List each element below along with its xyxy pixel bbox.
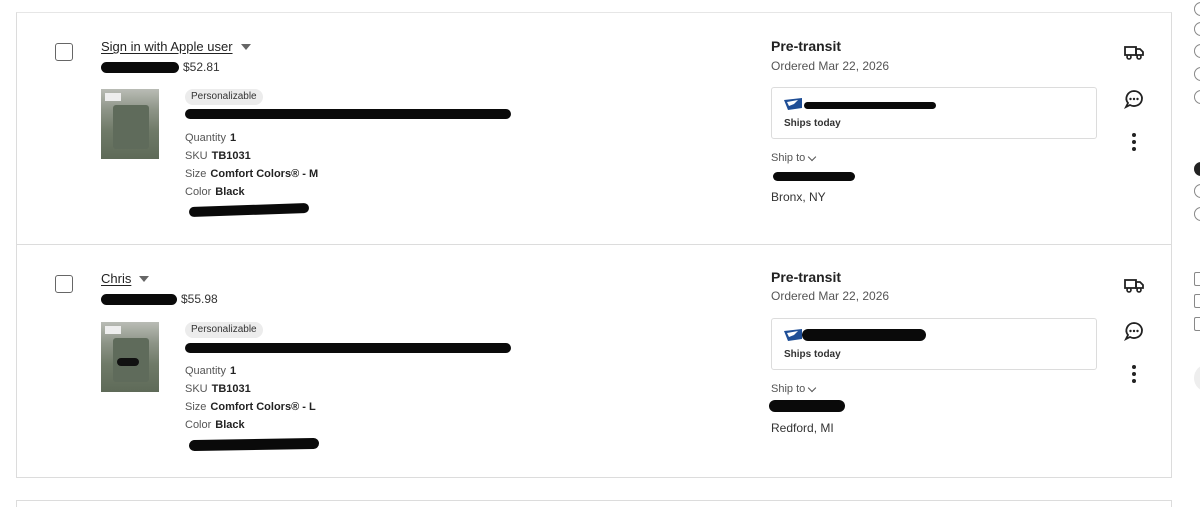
- orders-list: Sign in with Apple user $52.81 Personali…: [16, 12, 1172, 478]
- filter-checkbox[interactable]: [1194, 294, 1200, 308]
- order-total: $55.98: [181, 292, 218, 306]
- ship-to-city: Bronx, NY: [771, 190, 826, 204]
- redacted-personalization: [188, 437, 320, 452]
- thumbnail-shirt: [113, 105, 149, 149]
- message-icon[interactable]: [1123, 88, 1145, 110]
- color-label: Color: [185, 419, 212, 431]
- size-label: Size: [185, 168, 207, 180]
- shipping-label-box[interactable]: Ships today: [771, 318, 1097, 370]
- chevron-down-icon: [808, 152, 817, 161]
- filter-radio-selected[interactable]: [1194, 162, 1200, 176]
- redacted-tracking-number: [802, 329, 926, 341]
- order-date: Ordered Mar 22, 2026: [771, 59, 890, 73]
- ship-to-label: Ship to: [771, 383, 806, 395]
- filter-pill-button[interactable]: [1194, 364, 1200, 392]
- size-line: Size Comfort Colors® - M: [185, 168, 318, 180]
- order-date: Ordered Mar 22, 2026: [771, 289, 890, 303]
- usps-eagle-icon: [784, 329, 802, 341]
- order-row: Chris $55.98 Personalizable Quantity 1 SK…: [17, 245, 1171, 478]
- color-line: Color Black: [185, 186, 245, 198]
- thumbnail-redaction: [117, 358, 139, 366]
- shipping-label-box[interactable]: Ships today: [771, 87, 1097, 139]
- product-thumbnail[interactable]: [101, 89, 159, 159]
- buyer-name-link[interactable]: Chris: [101, 271, 131, 286]
- color-line: Color Black: [185, 419, 245, 431]
- quantity-line: Quantity 1: [185, 365, 236, 377]
- sku-value: TB1031: [211, 150, 251, 162]
- thumbnail-tag: [105, 326, 121, 334]
- price-line: $55.98: [101, 292, 218, 306]
- price-line: $52.81: [101, 60, 220, 74]
- filter-radio[interactable]: [1194, 22, 1200, 36]
- filter-checkbox[interactable]: [1194, 317, 1200, 331]
- redacted-recipient-name: [773, 172, 855, 181]
- filter-radio[interactable]: [1194, 2, 1200, 16]
- sku-value: TB1031: [211, 383, 251, 395]
- order-select-checkbox[interactable]: [55, 275, 73, 293]
- chevron-down-icon: [808, 383, 817, 392]
- buyer-dropdown-caret-icon[interactable]: [240, 44, 251, 50]
- filter-checkbox[interactable]: [1194, 272, 1200, 286]
- thumbnail-tag: [105, 93, 121, 101]
- ship-to-label: Ship to: [771, 152, 806, 164]
- redacted-product-title: [185, 343, 511, 353]
- more-vertical-icon[interactable]: [1131, 133, 1137, 153]
- more-vertical-icon[interactable]: [1131, 365, 1137, 385]
- personalizable-badge: Personalizable: [185, 89, 263, 105]
- order-select-checkbox[interactable]: [55, 43, 73, 61]
- redacted-product-title: [185, 109, 511, 119]
- filter-radio[interactable]: [1194, 207, 1200, 221]
- size-label: Size: [185, 401, 207, 413]
- size-value: Comfort Colors® - L: [210, 401, 316, 413]
- sku-label: SKU: [185, 150, 208, 162]
- truck-icon[interactable]: [1123, 41, 1145, 63]
- size-value: Comfort Colors® - M: [210, 168, 319, 180]
- redacted-order-number: [101, 61, 179, 73]
- quantity-value: 1: [229, 132, 237, 144]
- ships-today-label: Ships today: [784, 349, 841, 360]
- buyer-name-link[interactable]: Sign in with Apple user: [101, 39, 233, 54]
- order-status: Pre-transit: [771, 38, 842, 54]
- quantity-label: Quantity: [185, 365, 226, 377]
- sku-line: SKU TB1031: [185, 150, 251, 162]
- filter-radio[interactable]: [1194, 90, 1200, 104]
- buyer-dropdown-caret-icon[interactable]: [139, 276, 150, 282]
- filter-sidebar-edge: [1184, 0, 1200, 507]
- ship-to-city: Redford, MI: [771, 421, 834, 435]
- order-total: $52.81: [183, 60, 220, 74]
- redacted-tracking-number: [804, 102, 936, 109]
- order-row: Sign in with Apple user $52.81 Personali…: [17, 13, 1171, 245]
- quantity-line: Quantity 1: [185, 132, 236, 144]
- size-line: Size Comfort Colors® - L: [185, 401, 316, 413]
- buyer-line: Sign in with Apple user: [101, 39, 251, 54]
- sku-line: SKU TB1031: [185, 383, 251, 395]
- ship-to-toggle[interactable]: Ship to: [771, 152, 817, 164]
- buyer-line: Chris: [101, 271, 150, 286]
- message-icon[interactable]: [1123, 320, 1145, 342]
- sku-label: SKU: [185, 383, 208, 395]
- redacted-recipient-name: [769, 400, 845, 412]
- next-order-card-edge: [16, 500, 1172, 507]
- quantity-label: Quantity: [185, 132, 226, 144]
- ships-today-label: Ships today: [784, 118, 841, 129]
- ship-to-toggle[interactable]: Ship to: [771, 383, 817, 395]
- filter-radio[interactable]: [1194, 67, 1200, 81]
- color-value: Black: [215, 186, 245, 198]
- product-thumbnail[interactable]: [101, 322, 159, 392]
- redacted-personalization: [188, 202, 310, 218]
- order-status: Pre-transit: [771, 269, 842, 285]
- truck-icon[interactable]: [1123, 274, 1145, 296]
- usps-eagle-icon: [784, 98, 802, 110]
- personalizable-badge: Personalizable: [185, 322, 263, 338]
- color-label: Color: [185, 186, 212, 198]
- filter-radio[interactable]: [1194, 44, 1200, 58]
- filter-radio[interactable]: [1194, 184, 1200, 198]
- color-value: Black: [215, 419, 245, 431]
- redacted-order-number: [101, 293, 177, 305]
- quantity-value: 1: [229, 365, 237, 377]
